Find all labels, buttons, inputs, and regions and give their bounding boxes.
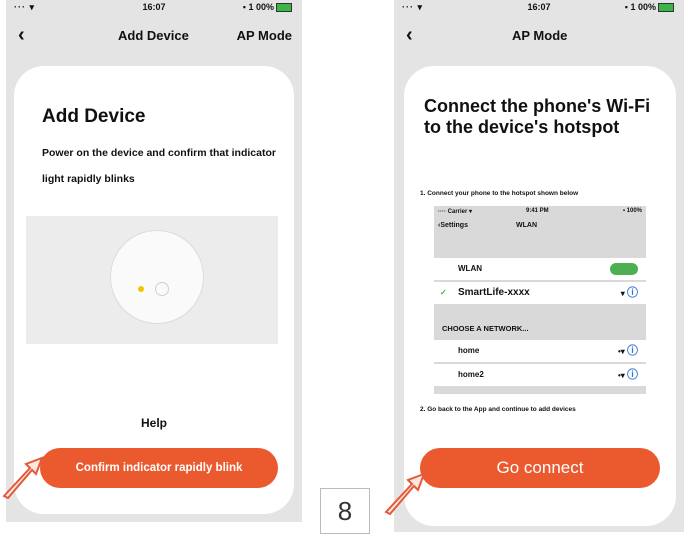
wifi-status-time: 9:41 PM	[526, 208, 549, 214]
nav-title: Add Device	[118, 28, 189, 43]
nav-bar: ‹ Add Device AP Mode	[6, 18, 302, 52]
ap-mode-link[interactable]: AP Mode	[237, 28, 292, 43]
confirm-blink-button[interactable]: Confirm indicator rapidly blink	[40, 448, 278, 488]
toggle-on-icon	[610, 262, 638, 275]
wifi-icon: ▾	[620, 289, 625, 298]
wifi-battery-label: ▪ 100%	[622, 208, 642, 214]
battery-label: ▪ 1 00%	[624, 2, 656, 12]
add-device-card: Add Device Power on the device and confi…	[14, 66, 294, 514]
instruction-text: Power on the device and confirm that ind…	[42, 147, 276, 185]
info-icon[interactable]: ⓘ	[627, 287, 638, 299]
nav-bar: ‹ AP Mode	[394, 18, 684, 52]
device-illustration	[26, 216, 278, 344]
settings-back-label: Settings	[440, 222, 468, 229]
wifi-status-bar: ···· Carrier ▾ 9:41 PM ▪ 100%	[438, 208, 642, 218]
wifi-icon: ▾	[620, 347, 625, 356]
go-connect-button[interactable]: Go connect	[420, 448, 660, 488]
wlan-toggle-row: WLAN	[434, 258, 646, 280]
network-icons: •▾ ⓘ	[618, 340, 638, 363]
pointer-arrow-icon	[2, 456, 44, 500]
device-button-icon	[155, 282, 169, 296]
page-title: Connect the phone's Wi-Fi to the device'…	[424, 96, 651, 137]
battery-label: ▪ 1 00%	[242, 2, 274, 12]
wlan-label: WLAN	[458, 264, 482, 273]
battery-icon	[276, 3, 292, 13]
battery-indicator: ▪ 1 00%	[242, 2, 292, 13]
pointer-arrow-icon	[384, 472, 426, 516]
network-row[interactable]: home •▾ ⓘ	[434, 340, 646, 362]
info-icon[interactable]: ⓘ	[627, 369, 638, 381]
chevron-left-icon[interactable]: ‹	[18, 24, 25, 47]
chevron-left-icon[interactable]: ‹	[406, 24, 413, 47]
ap-mode-card: Connect the phone's Wi-Fi to the device'…	[404, 66, 676, 526]
phone-screen-ap-mode: ··· ▾ 16:07 ▪ 1 00% ‹ AP Mode Connect th…	[394, 0, 684, 532]
carrier-label: ···· Carrier ▾	[438, 209, 473, 215]
status-bar: ··· ▾ 16:07 ▪ 1 00%	[394, 0, 684, 16]
page-number: 8	[320, 488, 370, 534]
checkmark-icon: ✓	[440, 288, 447, 297]
network-name: home	[458, 346, 480, 355]
network-icons: ▾ ⓘ	[621, 282, 638, 305]
battery-icon	[658, 3, 674, 13]
network-icons: •▾ ⓘ	[618, 364, 638, 387]
nav-title: AP Mode	[512, 28, 568, 43]
info-icon[interactable]: ⓘ	[627, 345, 638, 357]
choose-network-header: CHOOSE A NETWORK...	[442, 324, 529, 333]
connected-network-row[interactable]: ✓ SmartLife-xxxx ▾ ⓘ	[434, 282, 646, 304]
step-1-text: 1. Connect your phone to the hotspot sho…	[420, 190, 579, 197]
wifi-nav: ‹Settings WLAN	[438, 222, 537, 229]
status-bar: ··· ▾ 16:07 ▪ 1 00%	[6, 0, 302, 16]
step-2-text: 2. Go back to the App and continue to ad…	[420, 406, 576, 413]
battery-indicator: ▪ 1 00%	[624, 2, 674, 13]
network-name: home2	[458, 370, 484, 379]
network-row[interactable]: home2 •▾ ⓘ	[434, 364, 646, 386]
network-name: SmartLife-xxxx	[458, 287, 530, 298]
settings-back-link[interactable]: ‹Settings	[438, 222, 468, 229]
wifi-settings-screenshot: ···· Carrier ▾ 9:41 PM ▪ 100% ‹Settings …	[434, 206, 646, 394]
indicator-light-icon	[138, 286, 144, 292]
page-title: Add Device	[42, 106, 146, 127]
phone-screen-add-device: ··· ▾ 16:07 ▪ 1 00% ‹ Add Device AP Mode…	[6, 0, 302, 522]
wlan-toggle[interactable]	[610, 258, 638, 280]
wifi-nav-title: WLAN	[516, 222, 537, 229]
help-link[interactable]: Help	[14, 416, 294, 430]
device-image	[110, 230, 204, 324]
wifi-icon: ▾	[620, 371, 625, 380]
